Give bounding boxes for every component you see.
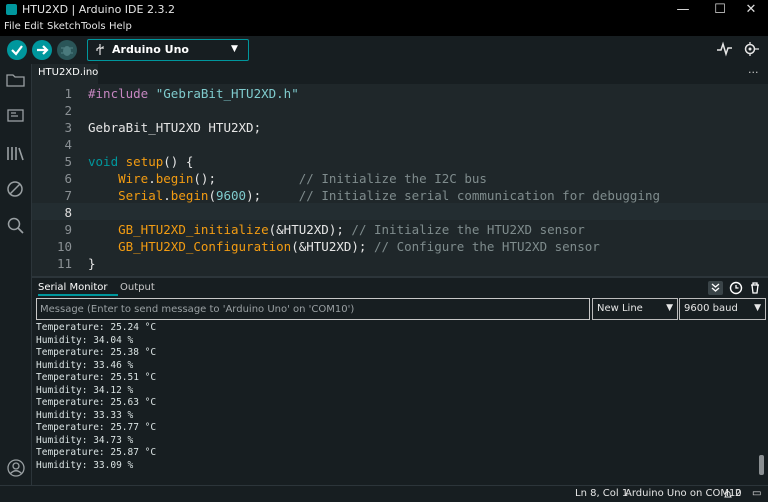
- serial-output-line: Temperature: 25.63 °C: [36, 397, 157, 408]
- clear-output-icon[interactable]: [748, 281, 762, 295]
- serial-message-box: [36, 298, 591, 320]
- chevron-down-icon: ▼: [666, 303, 673, 313]
- line-number: 2: [64, 103, 72, 118]
- chevron-down-icon: ▼: [754, 303, 761, 313]
- current-line-highlight: [32, 203, 768, 220]
- serial-monitor-icon[interactable]: [742, 41, 760, 57]
- maximize-button[interactable]: ☐: [703, 0, 737, 20]
- window-title: HTU2XD | Arduino IDE 2.3.2: [22, 3, 175, 16]
- search-icon[interactable]: [6, 216, 26, 234]
- serial-output-line: Humidity: 34.73 %: [36, 434, 134, 446]
- code-line: Wire.begin(); // Initialize the I2C bus: [118, 171, 487, 186]
- debug-icon: [61, 46, 73, 56]
- code-line: }: [88, 256, 96, 271]
- line-ending-select[interactable]: New Line ▼: [592, 298, 678, 320]
- panel-toggle-icon[interactable]: ▭: [752, 488, 761, 499]
- serial-output-line: Temperature: 25.38 °C: [36, 347, 157, 358]
- serial-output-line: Humidity: 33.46 %: [36, 359, 134, 371]
- account-icon[interactable]: [6, 458, 26, 478]
- usb-icon: [96, 44, 104, 55]
- verify-button[interactable]: [7, 40, 27, 60]
- menu-help[interactable]: Help: [109, 21, 132, 32]
- line-number: 3: [64, 120, 72, 135]
- serial-output[interactable]: Temperature: 25.24 °C Humidity: 34.04 % …: [32, 320, 756, 485]
- debug-panel-icon[interactable]: [6, 180, 26, 198]
- menu-file[interactable]: File: [4, 21, 21, 32]
- activity-bar: [0, 64, 32, 501]
- minimize-button[interactable]: —: [666, 0, 700, 20]
- board-selector[interactable]: Arduino Uno ▼: [87, 39, 249, 61]
- tab-output[interactable]: Output: [120, 282, 155, 293]
- line-number: 8: [64, 205, 72, 220]
- tab-label: HTU2XD.ino: [38, 67, 99, 78]
- upload-icon: [37, 45, 49, 55]
- active-tab-underline: [38, 294, 118, 296]
- serial-output-line: Humidity: 34.04 %: [36, 334, 134, 346]
- serial-output-line: Humidity: 34.12 %: [36, 384, 134, 396]
- code-editor[interactable]: 1 2 3 4 5 6 7 8 9 10 11 #include "GebraB…: [32, 84, 768, 276]
- more-tabs-button[interactable]: ···: [748, 66, 759, 79]
- line-number: 5: [64, 154, 72, 169]
- debug-button[interactable]: [57, 40, 77, 60]
- notification-bell-icon[interactable]: [723, 489, 733, 499]
- code-line: void setup() {: [88, 154, 194, 169]
- serial-output-line: Humidity: 33.09 %: [36, 459, 134, 471]
- serial-output-line: Temperature: 25.51 °C: [36, 372, 157, 383]
- line-number: 10: [56, 239, 72, 254]
- code-line: GB_HTU2XD_Configuration(&HTU2XD); // Con…: [118, 239, 600, 254]
- cursor-position: Ln 8, Col 1: [575, 488, 629, 499]
- baud-rate-value: 9600 baud: [684, 303, 738, 314]
- library-manager-icon[interactable]: [6, 144, 26, 162]
- serial-plotter-icon[interactable]: [716, 41, 734, 57]
- verify-icon: [11, 45, 23, 56]
- menu-sketch[interactable]: Sketch: [47, 21, 81, 32]
- line-number: 9: [64, 222, 72, 237]
- serial-scrollbar-thumb[interactable]: [759, 455, 764, 475]
- code-line: GebraBit_HTU2XD HTU2XD;: [88, 120, 262, 135]
- code-line: Serial.begin(9600); // Initialize serial…: [118, 188, 661, 203]
- menu-edit[interactable]: Edit: [24, 21, 43, 32]
- bottom-panel-tabs: Serial Monitor Output: [32, 278, 768, 297]
- line-number: 4: [64, 137, 72, 152]
- serial-output-line: Temperature: 25.24 °C: [36, 322, 157, 333]
- board-manager-icon[interactable]: [6, 108, 26, 124]
- chevron-down-icon: ▼: [231, 44, 238, 54]
- line-ending-value: New Line: [597, 303, 643, 314]
- folder-icon[interactable]: [6, 72, 26, 88]
- serial-output-line: Temperature: 25.77 °C: [36, 422, 157, 433]
- board-name: Arduino Uno: [112, 43, 189, 56]
- menu-bar: File Edit Sketch Tools Help: [0, 20, 768, 36]
- tab-htu2xd-ino[interactable]: HTU2XD.ino: [32, 64, 98, 84]
- code-line: GB_HTU2XD_initialize(&HTU2XD); // Initia…: [118, 222, 585, 237]
- serial-message-input[interactable]: [37, 299, 591, 319]
- notification-count: 2: [735, 488, 742, 499]
- menu-tools[interactable]: Tools: [81, 21, 106, 32]
- tab-serial-monitor[interactable]: Serial Monitor: [38, 282, 108, 293]
- upload-button[interactable]: [32, 40, 52, 60]
- line-number: 11: [56, 256, 72, 271]
- line-number: 1: [64, 86, 72, 101]
- baud-rate-select[interactable]: 9600 baud ▼: [679, 298, 766, 320]
- close-button[interactable]: ✕: [734, 0, 768, 20]
- code-line: #include "GebraBit_HTU2XD.h": [88, 86, 299, 101]
- serial-output-line: Humidity: 33.33 %: [36, 409, 134, 421]
- timestamp-clock-icon[interactable]: [729, 281, 743, 295]
- editor-tabs: HTU2XD.ino ···: [32, 64, 768, 84]
- title-bar: HTU2XD | Arduino IDE 2.3.2 — ☐ ✕: [0, 0, 768, 20]
- chevron-double-down-icon: [711, 283, 720, 292]
- line-number: 7: [64, 188, 72, 203]
- serial-output-line: Temperature: 25.87 °C: [36, 447, 157, 458]
- line-number: 6: [64, 171, 72, 186]
- arduino-app-icon: [6, 4, 17, 15]
- autoscroll-toggle[interactable]: [708, 281, 723, 295]
- status-bar: Ln 8, Col 1 Arduino Uno on COM10 2 ▭: [0, 485, 768, 502]
